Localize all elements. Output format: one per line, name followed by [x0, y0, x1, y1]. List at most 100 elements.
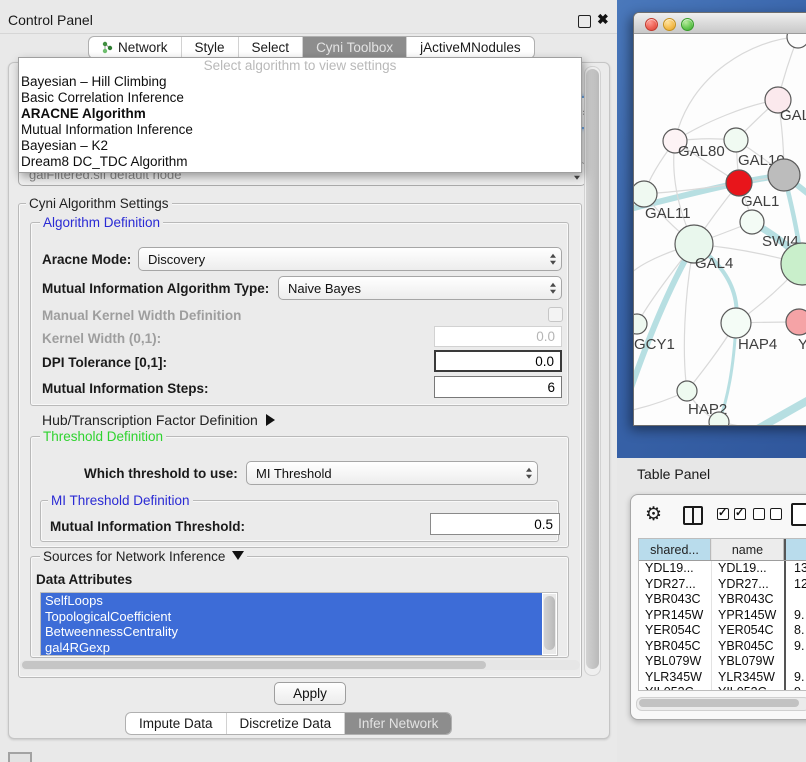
node-gcy1[interactable]: [634, 314, 647, 334]
mac-zoom-button[interactable]: [681, 18, 694, 31]
list-vertical-scrollbar[interactable]: [543, 594, 556, 654]
scrollbar-thumb[interactable]: [22, 661, 486, 669]
new-table-icon[interactable]: [791, 503, 806, 526]
table-cell: YPR145W: [639, 608, 711, 624]
apply-button[interactable]: Apply: [274, 682, 346, 705]
show-checked-columns-icon[interactable]: [717, 508, 746, 520]
manual-kernel-width-label: Manual Kernel Width Definition: [42, 308, 241, 323]
node-hap4[interactable]: [721, 308, 751, 338]
table-cell: 9.: [784, 608, 806, 624]
mac-minimize-button[interactable]: [663, 18, 676, 31]
algorithm-option-bayesian-hill-climbing[interactable]: Bayesian – Hill Climbing: [19, 74, 581, 90]
algorithm-option-mutual-information-inference[interactable]: Mutual Information Inference: [19, 122, 581, 138]
tab-style[interactable]: Style: [181, 37, 238, 58]
column-header-name[interactable]: name: [711, 539, 784, 560]
sources-group-title[interactable]: Sources for Network Inference: [40, 549, 247, 564]
tab-jactivemnodules[interactable]: jActiveMNodules: [406, 37, 534, 58]
mode-tab-discretize-data[interactable]: Discretize Data: [226, 713, 345, 734]
network-window-titlebar[interactable]: [634, 13, 806, 34]
close-panel-icon[interactable]: ✖: [597, 11, 609, 28]
table-row[interactable]: YBR045CYBR045C9.: [639, 639, 806, 655]
algorithm-option-aracne-algorithm[interactable]: ARACNE Algorithm: [19, 106, 581, 122]
column-header-2[interactable]: [784, 539, 806, 560]
which-threshold-combo[interactable]: MI Threshold: [246, 461, 538, 485]
tab-network-label: Network: [118, 40, 168, 55]
split-columns-icon[interactable]: [683, 506, 703, 525]
mode-tab-infer-network-label: Infer Network: [358, 716, 438, 731]
table-horizontal-scrollbar[interactable]: [636, 697, 806, 711]
node-gal-partial-label: GAL: [780, 107, 806, 124]
table-row[interactable]: YDR27...YDR27...12: [639, 577, 806, 593]
cyni-algorithm-settings-title: Cyni Algorithm Settings: [26, 196, 172, 211]
settings-horizontal-scrollbar[interactable]: [20, 660, 580, 670]
data-attributes-label: Data Attributes: [36, 572, 132, 587]
aracne-mode-combo[interactable]: Discovery: [138, 247, 562, 271]
network-canvas[interactable]: GALGAL80GAL10GAL1GAL11SWI4GAL4GCY1HAP4YH…: [634, 34, 806, 425]
cyni-mode-tabbar: Impute Data Discretize Data Infer Network: [125, 712, 452, 735]
attribute-item-topologicalcoefficient[interactable]: TopologicalCoefficient: [41, 609, 542, 625]
hub-definition-label: Hub/Transcription Factor Definition: [42, 412, 258, 428]
tab-cyni-toolbox[interactable]: Cyni Toolbox: [302, 37, 406, 58]
control-panel-titlebar: Control Panel: [0, 8, 617, 34]
attribute-item-betweennesscentrality[interactable]: BetweennessCentrality: [41, 624, 542, 640]
table-row[interactable]: YBL079WYBL079W: [639, 654, 806, 670]
apply-button-label: Apply: [293, 686, 327, 701]
table-cell: YBL079W: [639, 654, 711, 670]
mode-tab-infer-network[interactable]: Infer Network: [344, 713, 451, 734]
mi-threshold-input[interactable]: [430, 513, 560, 535]
attribute-item-gal4rgexp[interactable]: gal4RGexp: [41, 640, 542, 656]
spinner-arrows-icon: [550, 283, 556, 294]
network-edge: [752, 396, 806, 425]
minimized-panel-icon[interactable]: [8, 752, 32, 762]
float-panel-icon[interactable]: [578, 15, 591, 28]
scrollbar-thumb[interactable]: [586, 69, 599, 669]
attribute-item-selfloops[interactable]: SelfLoops: [41, 593, 542, 609]
tab-select[interactable]: Select: [238, 37, 303, 58]
kernel-width-label: Kernel Width (0,1):: [42, 331, 161, 346]
mode-tab-discretize-data-label: Discretize Data: [240, 716, 332, 731]
manual-kernel-width-checkbox[interactable]: [548, 307, 563, 322]
node-gal10[interactable]: [724, 128, 748, 152]
sources-title-text: Sources for Network Inference: [43, 549, 225, 564]
table-row[interactable]: YER054CYER054C8.: [639, 623, 806, 639]
node-top-partial[interactable]: [787, 34, 806, 48]
algorithm-option-bayesian-k2[interactable]: Bayesian – K2: [19, 138, 581, 154]
aracne-mode-value: Discovery: [148, 252, 205, 267]
algorithm-option-basic-correlation-inference[interactable]: Basic Correlation Inference: [19, 90, 581, 106]
table-row[interactable]: YPR145WYPR145W9.: [639, 608, 806, 624]
mode-tab-impute-data[interactable]: Impute Data: [126, 713, 226, 734]
spinner-arrows-icon: [526, 468, 532, 479]
gear-icon[interactable]: ⚙: [645, 503, 662, 526]
data-attributes-list[interactable]: SelfLoopsTopologicalCoefficientBetweenne…: [40, 592, 558, 656]
scrollbar-thumb[interactable]: [544, 596, 555, 650]
settings-vertical-scrollbar[interactable]: [584, 66, 601, 676]
kernel-width-input[interactable]: [434, 326, 562, 347]
node-table[interactable]: shared...name YDL19...YDL19...13YDR27...…: [638, 538, 806, 691]
mac-close-button[interactable]: [645, 18, 658, 31]
column-header-shared[interactable]: shared...: [639, 539, 711, 560]
hide-columns-icon[interactable]: [753, 508, 782, 520]
collapse-down-icon: [232, 551, 244, 560]
table-cell: YER054C: [711, 623, 784, 639]
algorithm-option-dream8-dc-tdc-algorithm[interactable]: Dream8 DC_TDC Algorithm: [19, 154, 581, 170]
mode-tab-impute-data-label: Impute Data: [139, 716, 213, 731]
table-row[interactable]: YBR043CYBR043C: [639, 592, 806, 608]
dpi-tolerance-input[interactable]: [434, 350, 562, 372]
node-pink-right[interactable]: [786, 309, 806, 335]
node-gcy1-label: GCY1: [634, 336, 675, 353]
hub-definition-toggle[interactable]: Hub/Transcription Factor Definition: [42, 412, 275, 428]
mi-steps-input[interactable]: [434, 376, 562, 398]
network-graph: GALGAL80GAL10GAL1GAL11SWI4GAL4GCY1HAP4YH…: [634, 34, 806, 425]
table-cell: 13: [784, 561, 806, 577]
node-swi4[interactable]: [740, 210, 764, 234]
table-row[interactable]: YLR345WYLR345W9.: [639, 670, 806, 686]
node-hap2[interactable]: [677, 381, 697, 401]
scrollbar-thumb[interactable]: [639, 699, 799, 707]
table-row[interactable]: YDL19...YDL19...13: [639, 561, 806, 577]
tab-network[interactable]: Network: [89, 37, 181, 58]
node-gray[interactable]: [768, 159, 800, 191]
aracne-mode-label: Aracne Mode:: [42, 252, 131, 267]
node-gal11[interactable]: [634, 181, 657, 207]
table-row[interactable]: YIL052CYIL052C9.: [639, 685, 806, 691]
mi-algorithm-type-combo[interactable]: Naive Bayes: [278, 276, 562, 300]
